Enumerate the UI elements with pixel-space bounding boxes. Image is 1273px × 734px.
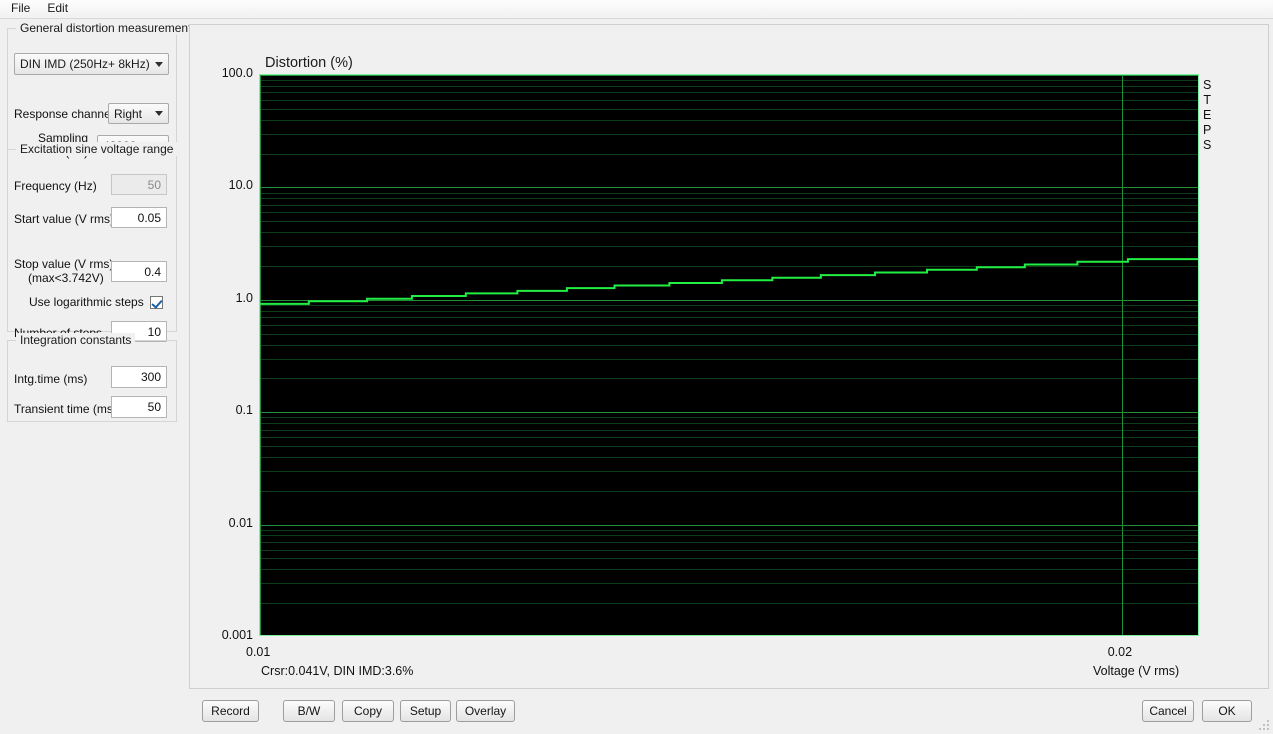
x-axis-tick-label: 0.01 (246, 645, 271, 659)
transient-time-field[interactable]: 50 (111, 396, 167, 418)
record-button[interactable]: Record (202, 700, 259, 722)
frequency-label: Frequency (Hz) (14, 179, 97, 193)
response-channel-label: Response channel (14, 107, 114, 121)
steps-axis-letter: S (1203, 138, 1212, 152)
measurement-type-value: DIN IMD (250Hz+ 8kHz) (20, 57, 150, 71)
intg-time-label: Intg.time (ms) (14, 372, 88, 386)
x-axis-tick-label: 0.02 (1107, 645, 1133, 659)
steps-axis-letter: P (1203, 123, 1212, 137)
chevron-down-icon (150, 54, 168, 74)
steps-axis-letter: E (1203, 108, 1212, 122)
y-axis-ticks: 100.0 10.0 1.0 0.1 0.01 0.001 (205, 0, 253, 665)
response-channel-value: Right (114, 106, 143, 121)
log-steps-checkbox-row[interactable]: Use logarithmic steps (29, 295, 163, 309)
chart-title: Distortion (%) (265, 55, 353, 71)
y-axis-tick-label: 0.001 (221, 628, 253, 642)
application-window: File Edit General distortion measurement… (0, 0, 1273, 734)
menu-bar: File Edit (0, 0, 1273, 19)
overlay-button[interactable]: Overlay (456, 700, 515, 722)
chevron-down-icon (150, 104, 168, 123)
stop-value-label-line2: (max<3.742V) (28, 271, 104, 285)
cancel-button[interactable]: Cancel (1142, 700, 1194, 722)
start-value-field[interactable]: 0.05 (111, 207, 167, 228)
steps-axis-letter: S (1203, 78, 1212, 92)
ok-button[interactable]: OK (1202, 700, 1252, 722)
log-steps-checkbox[interactable] (149, 295, 163, 309)
plot-area[interactable] (259, 74, 1199, 636)
bw-button[interactable]: B/W (283, 700, 335, 722)
y-axis-tick-label: 10.0 (228, 178, 253, 193)
steps-axis-letter: T (1203, 93, 1211, 107)
steps-axis-label: STEPS (1203, 78, 1211, 153)
y-axis-tick-label: 0.01 (228, 515, 253, 530)
stop-value-field[interactable]: 0.4 (111, 261, 167, 282)
y-axis-tick-label: 0.1 (235, 403, 253, 418)
response-channel-combo[interactable]: Right (108, 103, 169, 124)
menu-item-file[interactable]: File (3, 0, 39, 18)
excitation-range-group-title: Excitation sine voltage range (16, 142, 178, 156)
stop-value-label-line1: Stop value (V rms) (14, 257, 114, 271)
x-axis-label: Voltage (V rms) (1093, 664, 1180, 678)
log-steps-label: Use logarithmic steps (29, 295, 144, 309)
setup-button[interactable]: Setup (400, 700, 451, 722)
start-value-label: Start value (V rms) (14, 212, 115, 226)
integration-constants-group-title: Integration constants (16, 333, 136, 347)
resize-grip-icon[interactable] (1257, 718, 1271, 732)
general-distortion-group-title: General distortion measurement (16, 21, 196, 35)
menu-item-edit[interactable]: Edit (39, 0, 77, 18)
measurement-type-combo[interactable]: DIN IMD (250Hz+ 8kHz) (14, 53, 169, 75)
intg-time-field[interactable]: 300 (111, 366, 167, 388)
y-axis-tick-label: 1.0 (235, 290, 253, 305)
frequency-field: 50 (111, 174, 167, 195)
settings-panel: General distortion measurement DIN IMD (… (0, 20, 196, 734)
plot-canvas (260, 75, 1198, 635)
copy-button[interactable]: Copy (342, 700, 394, 722)
cursor-readout: Crsr:0.041V, DIN IMD:3.6% (261, 664, 414, 678)
y-axis-tick-label: 100.0 (221, 66, 253, 80)
transient-time-label: Transient time (ms) (14, 402, 117, 416)
